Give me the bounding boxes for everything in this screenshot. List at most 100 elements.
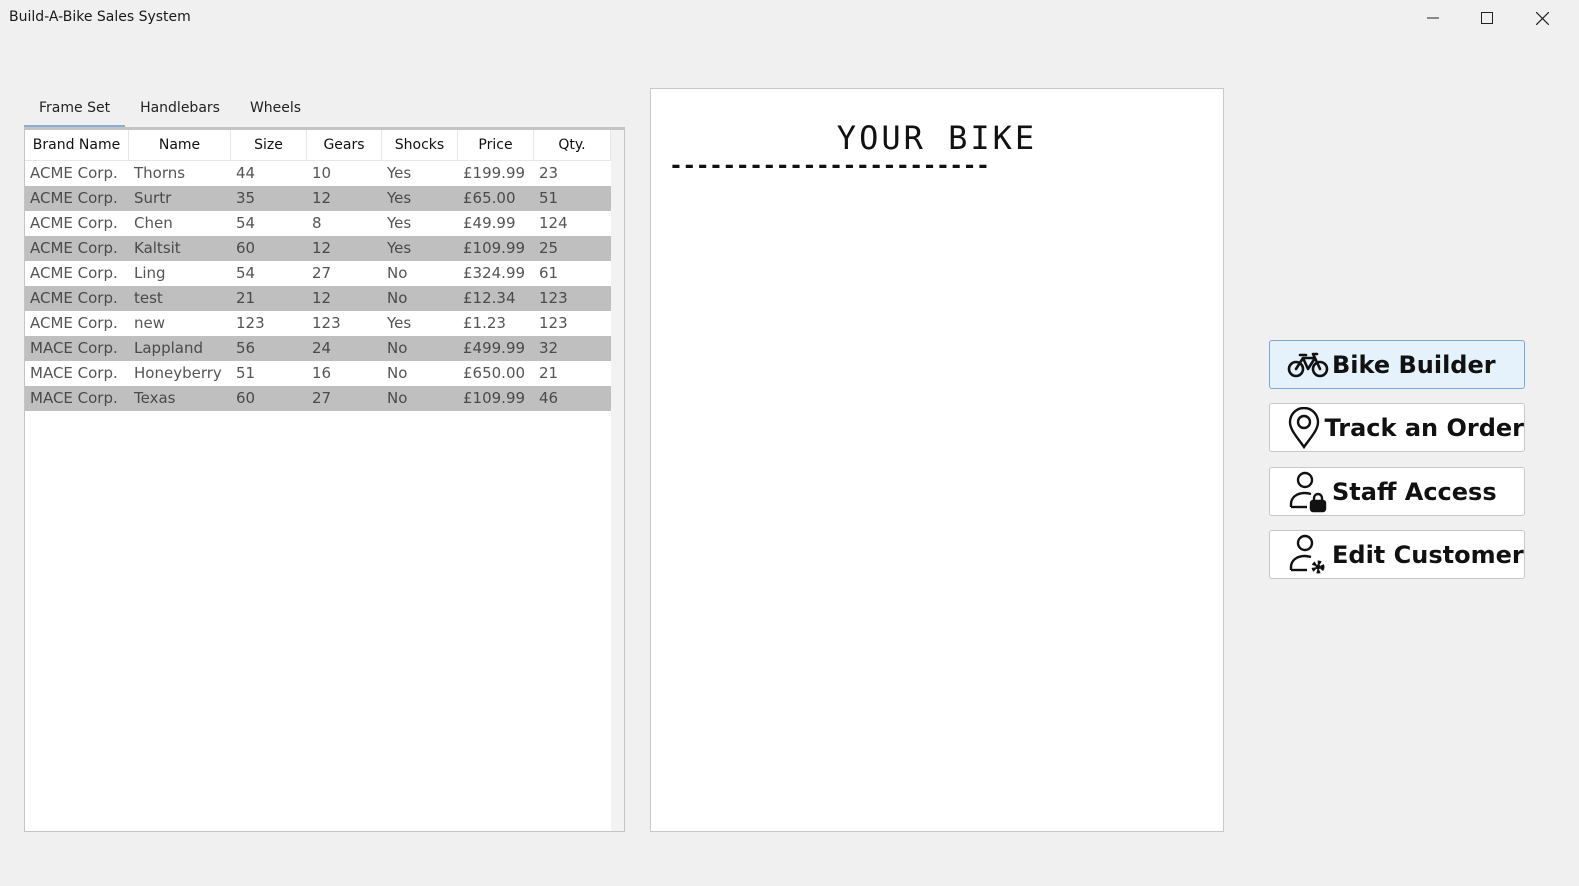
table-row[interactable]: ACME Corp. test 21 12 No £12.34 123 xyxy=(25,286,611,311)
table-cell: Thorns xyxy=(134,164,186,182)
table-cell: new xyxy=(134,314,166,332)
table-cell: 35 xyxy=(236,189,256,207)
table-row[interactable]: MACE Corp. Lappland 56 24 No £499.99 32 xyxy=(25,336,611,361)
table-cell: 124 xyxy=(539,214,568,232)
app-title: Build-A-Bike Sales System xyxy=(9,9,191,25)
edit-customer-button[interactable]: Edit Customer xyxy=(1269,530,1525,579)
table-cell: 32 xyxy=(539,339,559,357)
table-cell: Yes xyxy=(387,164,412,182)
table-cell: ACME Corp. xyxy=(30,164,118,182)
table-cell: Yes xyxy=(387,214,412,232)
table-cell: 123 xyxy=(236,314,265,332)
column-header-qty[interactable]: Qty. xyxy=(534,130,611,160)
location-pin-icon xyxy=(1286,406,1323,450)
table-cell: 56 xyxy=(236,339,256,357)
grid-body: ACME Corp. Thorns 44 10 Yes £199.99 23 ACME Cor… xyxy=(25,161,611,411)
table-cell: Kaltsit xyxy=(134,239,181,257)
table-cell: No xyxy=(387,289,408,307)
table-cell: 61 xyxy=(539,264,559,282)
table-cell: £650.00 xyxy=(463,364,526,382)
table-cell: Texas xyxy=(134,389,176,407)
table-row[interactable]: MACE Corp. Honeyberry 51 16 No £650.00 21 xyxy=(25,361,611,386)
staff-access-button[interactable]: Staff Access xyxy=(1269,467,1525,516)
table-cell: 21 xyxy=(236,289,256,307)
table-cell: £1.23 xyxy=(463,314,506,332)
table-row[interactable]: ACME Corp. Chen 54 8 Yes £49.99 124 xyxy=(25,211,611,236)
table-cell: MACE Corp. xyxy=(30,389,118,407)
bike-builder-label: Bike Builder xyxy=(1332,350,1496,379)
minimize-button[interactable] xyxy=(1406,0,1460,36)
table-cell: £65.00 xyxy=(463,189,516,207)
table-cell: ACME Corp. xyxy=(30,239,118,257)
table-cell: 21 xyxy=(539,364,559,382)
maximize-icon xyxy=(1481,12,1493,24)
table-row[interactable]: ACME Corp. new 123 123 Yes £1.23 123 xyxy=(25,311,611,336)
table-cell: ACME Corp. xyxy=(30,264,118,282)
edit-customer-label: Edit Customer xyxy=(1332,540,1524,569)
table-cell: 54 xyxy=(236,264,256,282)
track-order-button[interactable]: Track an Order xyxy=(1269,403,1525,452)
table-cell: Lappland xyxy=(134,339,203,357)
staff-access-label: Staff Access xyxy=(1332,477,1497,506)
table-row[interactable]: ACME Corp. Ling 54 27 No £324.99 61 xyxy=(25,261,611,286)
column-header-price[interactable]: Price xyxy=(458,130,534,160)
grid-header: Brand Name Name Size Gears Shocks Price … xyxy=(25,130,611,161)
table-cell: 12 xyxy=(312,189,332,207)
table-cell: 27 xyxy=(312,264,332,282)
table-cell: Honeyberry xyxy=(134,364,222,382)
column-header-name[interactable]: Name xyxy=(129,130,231,160)
table-cell: 12 xyxy=(312,239,332,257)
table-cell: £109.99 xyxy=(463,389,526,407)
close-icon xyxy=(1535,11,1549,25)
table-cell: 51 xyxy=(236,364,256,382)
table-cell: 123 xyxy=(539,289,568,307)
minimize-icon xyxy=(1427,17,1439,19)
table-cell: MACE Corp. xyxy=(30,364,118,382)
table-cell: £499.99 xyxy=(463,339,526,357)
frame-set-grid: Brand Name Name Size Gears Shocks Price … xyxy=(24,127,625,832)
user-lock-icon xyxy=(1286,470,1330,514)
table-cell: 60 xyxy=(236,239,256,257)
table-row[interactable]: MACE Corp. Texas 60 27 No £109.99 46 xyxy=(25,386,611,411)
table-cell: ACME Corp. xyxy=(30,289,118,307)
bicycle-icon xyxy=(1286,343,1330,387)
table-cell: 8 xyxy=(312,214,322,232)
table-row[interactable]: ACME Corp. Kaltsit 60 12 Yes £109.99 25 xyxy=(25,236,611,261)
table-cell: £199.99 xyxy=(463,164,526,182)
tab-wheels[interactable]: Wheels xyxy=(235,94,316,128)
table-cell: No xyxy=(387,264,408,282)
column-header-gears[interactable]: Gears xyxy=(307,130,382,160)
table-cell: Yes xyxy=(387,239,412,257)
table-cell: 123 xyxy=(539,314,568,332)
table-cell: 46 xyxy=(539,389,559,407)
table-cell: 12 xyxy=(312,289,332,307)
column-header-size[interactable]: Size xyxy=(231,130,307,160)
close-button[interactable] xyxy=(1515,0,1569,36)
table-cell: ACME Corp. xyxy=(30,314,118,332)
table-cell: Yes xyxy=(387,314,412,332)
table-cell: No xyxy=(387,339,408,357)
maximize-button[interactable] xyxy=(1460,0,1514,36)
table-cell: test xyxy=(134,289,163,307)
table-cell: 60 xyxy=(236,389,256,407)
tab-handlebars[interactable]: Handlebars xyxy=(125,94,235,128)
table-cell: £324.99 xyxy=(463,264,526,282)
column-header-brand-name[interactable]: Brand Name xyxy=(25,130,129,160)
your-bike-divider: ------------------------ xyxy=(669,153,990,179)
table-row[interactable]: ACME Corp. Thorns 44 10 Yes £199.99 23 xyxy=(25,161,611,186)
table-cell: £49.99 xyxy=(463,214,516,232)
table-cell: ACME Corp. xyxy=(30,189,118,207)
table-row[interactable]: ACME Corp. Surtr 35 12 Yes £65.00 51 xyxy=(25,186,611,211)
table-cell: 25 xyxy=(539,239,559,257)
vertical-scrollbar[interactable] xyxy=(611,130,624,831)
tab-frame-set[interactable]: Frame Set xyxy=(24,94,126,128)
title-bar: Build-A-Bike Sales System xyxy=(0,0,1579,36)
table-cell: 16 xyxy=(312,364,332,382)
table-cell: No xyxy=(387,389,408,407)
user-gear-icon xyxy=(1286,533,1330,577)
table-cell: MACE Corp. xyxy=(30,339,118,357)
bike-builder-button[interactable]: Bike Builder xyxy=(1269,340,1525,389)
table-cell: 51 xyxy=(539,189,559,207)
column-header-shocks[interactable]: Shocks xyxy=(382,130,458,160)
track-order-label: Track an Order xyxy=(1324,413,1524,442)
